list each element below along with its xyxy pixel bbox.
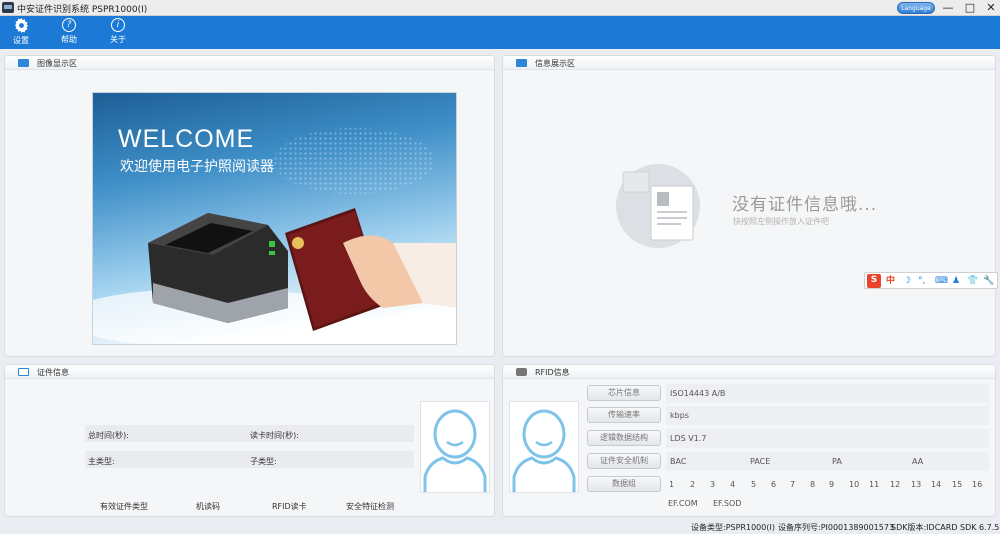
panel-header: 证件信息 [5,365,494,379]
avatar-placeholder-icon [423,409,487,492]
sub-type-label: 子类型: [250,457,277,466]
help-button[interactable]: ? 帮助 [54,18,84,45]
gear-icon [14,18,29,33]
data-group-item: 7 [790,480,796,489]
chip-info-value: ISO14443 A/B [666,384,989,403]
user-icon[interactable]: ♟ [952,275,960,287]
lds-value: LDS V1.7 [666,429,989,448]
data-group-item: 5 [751,480,757,489]
pa-label: PA [832,457,842,466]
data-groups-button[interactable]: 数据组 [587,476,661,492]
sdk-version-status: SDK版本:IDCARD SDK 6.7.5.2 [891,523,1000,532]
data-group-item: 2 [690,480,696,489]
empty-document-illustration [616,164,700,248]
doc-panel-title: 证件信息 [37,368,69,377]
half-width-icon[interactable]: ☽ [903,275,911,287]
security-mechanism-button[interactable]: 证件安全机制 [587,453,661,469]
lds-button[interactable]: 逻辑数据结构 [587,430,661,446]
title-bar: 中安证件识别系统 PSPR1000(I) Language — □ ✕ [0,0,1000,16]
data-group-item: 1 [669,480,675,489]
status-bar: 设备类型:PSPR1000(I) 设备序列号:PI0001389001573 S… [0,521,1000,534]
panel-header: RFID信息 [503,365,995,379]
welcome-image: WELCOME 欢迎使用电子护照阅读器 [92,92,457,345]
data-group-item: 11 [869,480,880,489]
tools-icon[interactable]: 🔧 [983,275,994,287]
info-icon: i [111,18,125,32]
transfer-rate-button[interactable]: 传输速率 [587,407,661,423]
data-group-item: 9 [829,480,835,489]
app-icon [2,2,14,13]
sogou-logo-icon[interactable]: S [867,274,881,288]
security-mechanism-row: BAC PACE PA AA [666,452,989,471]
help-label: 帮助 [61,35,77,44]
mrz-label: 机读码 [196,502,220,511]
picture-icon [18,59,29,67]
data-group-item: 13 [911,480,922,489]
data-group-item: 4 [730,480,736,489]
data-group-item: 8 [810,480,816,489]
help-icon: ? [62,18,76,32]
settings-label: 设置 [13,36,29,45]
maximize-button[interactable]: □ [960,0,980,16]
valid-doc-type-label: 有效证件类型 [100,502,148,511]
passport-reader-illustration [93,208,456,344]
data-group-item: 10 [849,480,860,489]
about-label: 关于 [110,35,126,44]
no-document-hint: 快按照左侧操作放入证件吧 [733,217,829,226]
data-group-item: 6 [771,480,777,489]
skin-icon[interactable]: 👕 [967,275,978,287]
close-button[interactable]: ✕ [981,0,1000,16]
avatar-placeholder-icon [512,409,576,492]
holder-photo [420,401,490,493]
window-title: 中安证件识别系统 PSPR1000(I) [17,5,148,15]
main-type-label: 主类型: [88,457,115,466]
rfid-info-panel: RFID信息 芯片信息 ISO14443 A/B 传输速率 kbps 逻辑数据结… [502,364,996,517]
transfer-rate-value: kbps [666,406,989,425]
no-document-message: 没有证件信息哦... [732,195,878,215]
data-group-item: 12 [890,480,901,489]
data-group-item: 14 [931,480,942,489]
about-button[interactable]: i 关于 [103,18,133,45]
panel-header: 信息展示区 [503,56,995,70]
rfid-read-label: RFID读卡 [272,502,307,511]
image-display-panel: 图像显示区 WELCOME 欢迎使用电子护照阅读器 [4,55,495,357]
data-group-item: 3 [710,480,716,489]
ime-mode-toggle[interactable]: 中 [886,275,895,287]
main-toolbar: 设置 ? 帮助 i 关于 [0,16,1000,49]
info-display-panel: 信息展示区 没有证件信息哦... 快按照左侧操作放入证件吧 [502,55,996,357]
ef-sod-label: EF.SOD [713,499,742,508]
ime-toolbar[interactable]: S 中 ☽ °, ⌨ ♟ 👕 🔧 [864,272,998,289]
document-info-panel: 证件信息 总时间(秒): 读卡时间(秒): 主类型: 子类型: 有效证件类型 机… [4,364,495,517]
serial-number-status: 设备序列号:PI0001389001573 [778,523,895,532]
display-icon [516,59,527,67]
minimize-button[interactable]: — [938,0,958,16]
info-panel-title: 信息展示区 [535,59,575,68]
total-time-label: 总时间(秒): [88,431,129,440]
read-time-label: 读卡时间(秒): [250,431,299,440]
chip-info-button[interactable]: 芯片信息 [587,385,661,401]
bac-label: BAC [670,457,687,466]
image-panel-title: 图像显示区 [37,59,77,68]
data-group-item: 15 [952,480,963,489]
language-button[interactable]: Language [897,2,935,14]
aa-label: AA [912,457,924,466]
chip-photo [509,401,579,493]
settings-button[interactable]: 设置 [6,18,36,46]
panel-header: 图像显示区 [5,56,494,70]
security-check-label: 安全特征检测 [346,502,394,511]
device-type-status: 设备类型:PSPR1000(I) [691,523,775,532]
id-card-icon [18,368,29,376]
chip-icon [516,368,527,376]
pace-label: PACE [750,457,771,466]
punctuation-icon[interactable]: °, [918,275,925,287]
rfid-panel-title: RFID信息 [535,368,570,377]
data-group-item: 16 [972,480,983,489]
ef-com-label: EF.COM [668,499,698,508]
keyboard-icon[interactable]: ⌨ [935,275,948,287]
